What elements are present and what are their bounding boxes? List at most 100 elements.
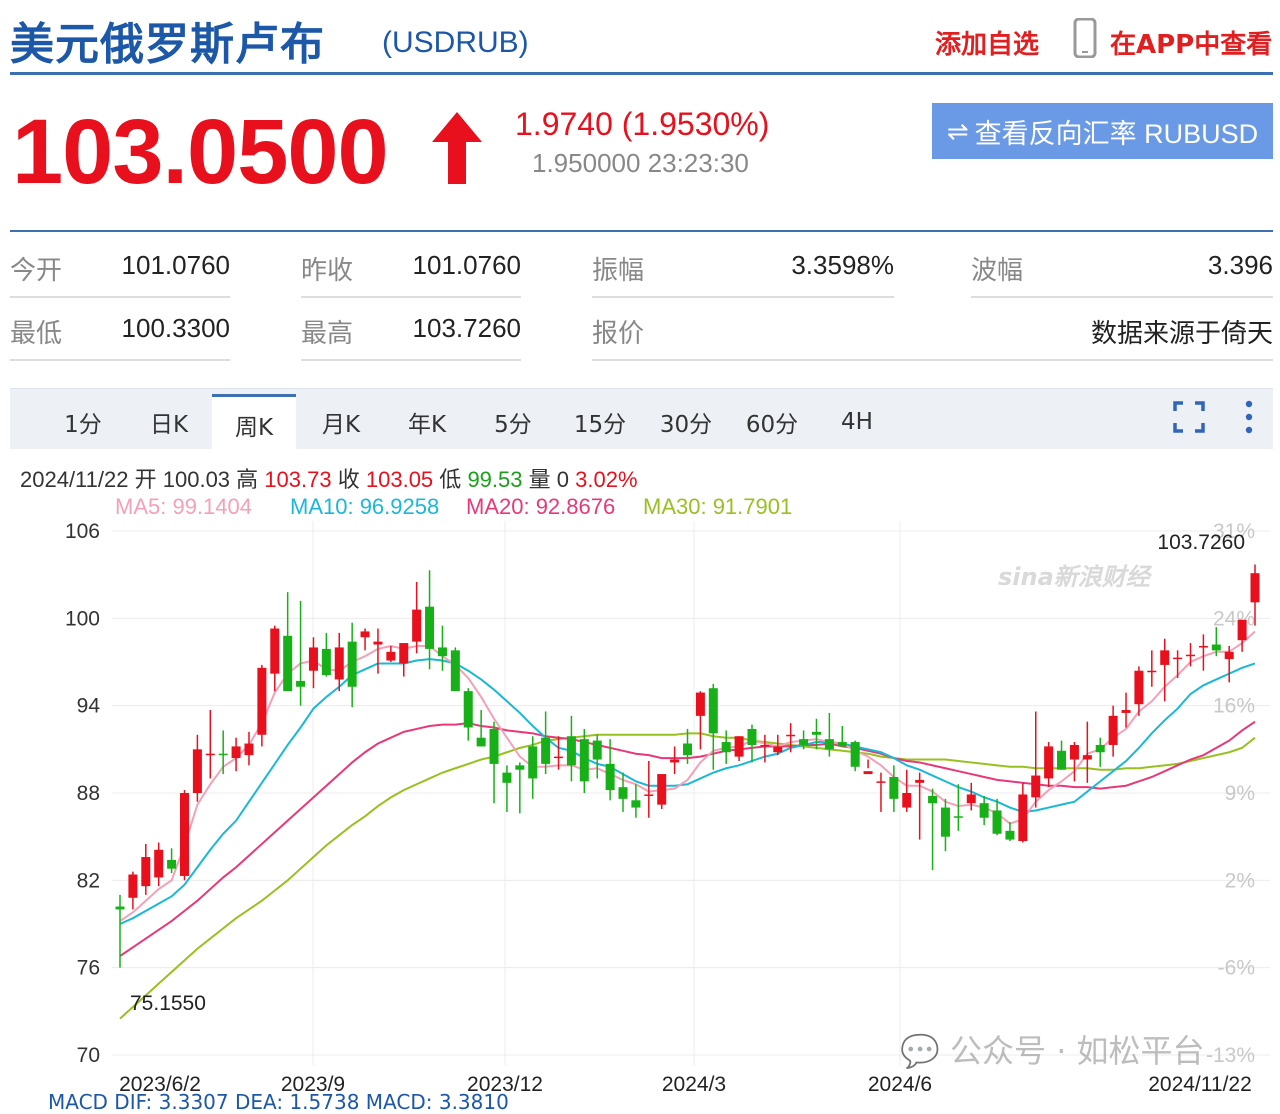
candle-body	[321, 648, 331, 676]
ohlc-readout: 2024/11/22 开 100.03 高 103.73 收 103.05 低 …	[20, 462, 638, 494]
tab-4h[interactable]: 4H	[824, 395, 890, 449]
candle-body	[167, 859, 177, 869]
ma10-line	[119, 658, 1256, 925]
candle-body	[670, 759, 680, 763]
swap-icon: ⇌	[946, 115, 969, 146]
phone-icon[interactable]	[1073, 18, 1097, 58]
candle-body	[631, 800, 641, 808]
tab-daily[interactable]: 日K	[136, 395, 202, 449]
low-marker-label: 75.1550	[130, 992, 206, 1015]
candle-body	[760, 744, 770, 747]
macd-readout: MACD DIF: 3.3307 DEA: 1.5738 MACD: 3.381…	[48, 1090, 509, 1114]
tab-1min[interactable]: 1分	[50, 395, 116, 449]
stat-wave: 波幅 3.396	[971, 234, 1273, 298]
candle-body	[218, 753, 228, 756]
tab-weekly[interactable]: 周K	[212, 394, 296, 452]
candle-body	[386, 651, 396, 661]
stat-value: 103.7260	[412, 313, 521, 343]
candle-body	[850, 742, 860, 767]
fullscreen-icon[interactable]	[1173, 401, 1205, 433]
price-sub-info: 1.950000 23:23:30	[532, 148, 749, 178]
add-favorite-button[interactable]: 添加自选	[935, 24, 1039, 61]
reverse-rate-button[interactable]: ⇌ 查看反向汇率 RUBUSD	[932, 103, 1273, 159]
right-pct-label: 2%	[1225, 869, 1255, 892]
candle-body	[360, 631, 370, 638]
y-tick-label: 76	[77, 957, 100, 980]
view-in-app-button[interactable]: 在APP中查看	[1110, 24, 1272, 61]
stat-label: 最低	[10, 319, 63, 349]
ma30-line	[119, 732, 1256, 1020]
candle-body	[915, 779, 925, 783]
period-tab-bar: 1分 日K 周K 月K 年K 5分 15分 30分 60分 4H	[10, 388, 1273, 452]
candle-body	[541, 737, 551, 764]
candle-body	[244, 743, 254, 756]
stat-label: 报价	[592, 319, 645, 349]
ohlc-vol-label: 量	[528, 467, 551, 492]
candle-body	[683, 743, 692, 756]
stat-label: 振幅	[592, 256, 645, 286]
candle-body	[437, 647, 447, 657]
ohlc-low-label: 低	[439, 467, 462, 492]
candle-body	[115, 906, 125, 910]
x-tick-label: 2024/11/22	[1148, 1073, 1252, 1096]
candle-body	[1160, 650, 1170, 665]
candle-body	[1018, 794, 1028, 842]
header-divider	[10, 72, 1273, 75]
candlestick-chart[interactable]: 106 31%100 24%94 16%88 9%82 2%76 -6%70 -13%2023…	[0, 515, 1280, 1099]
reverse-rate-label: 查看反向汇率 RUBUSD	[974, 118, 1259, 149]
x-tick-label: 2024/3	[662, 1073, 726, 1096]
stat-label: 今开	[10, 256, 63, 286]
candle-body	[1121, 710, 1131, 713]
candle-body	[618, 787, 628, 799]
ohlc-open: 100.03	[162, 467, 231, 492]
candle-body	[399, 643, 409, 664]
tab-15min[interactable]: 15分	[562, 395, 638, 449]
candle-body	[1147, 670, 1157, 673]
stat-amplitude: 振幅 3.3598%	[592, 234, 894, 298]
candle-body	[824, 739, 834, 750]
candle-body	[1108, 715, 1118, 745]
candle-body	[605, 763, 615, 791]
candle-body	[1069, 744, 1079, 760]
tab-5min[interactable]: 5分	[480, 395, 546, 449]
candle-body	[799, 739, 809, 745]
y-tick-label: 106	[65, 520, 100, 543]
tab-monthly[interactable]: 月K	[308, 395, 374, 449]
candle-body	[889, 776, 899, 799]
candle-body	[1211, 644, 1221, 651]
stat-value: 3.396	[1207, 250, 1273, 280]
candle-body	[1134, 670, 1144, 705]
ohlc-high: 103.73	[264, 467, 332, 492]
candle-body	[695, 692, 705, 716]
candle-body	[476, 737, 486, 747]
stat-label: 波幅	[971, 256, 1024, 286]
stat-value: 101.0760	[121, 250, 230, 280]
y-tick-label: 70	[77, 1044, 100, 1067]
sina-logo: sina新浪财经	[998, 563, 1153, 591]
tab-yearly[interactable]: 年K	[394, 395, 460, 449]
tab-60min[interactable]: 60分	[734, 395, 810, 449]
stat-quote-source: 报价 数据来源于倚天	[592, 297, 1273, 361]
tab-30min[interactable]: 30分	[648, 395, 724, 449]
candle-body	[592, 740, 602, 760]
stat-label: 昨收	[301, 256, 354, 286]
right-pct-label: -13%	[1206, 1044, 1255, 1067]
candle-body	[1005, 830, 1015, 840]
candle-body	[902, 793, 912, 808]
candle-body	[128, 874, 138, 898]
stat-value: 100.3300	[121, 313, 230, 343]
more-vertical-icon[interactable]	[1242, 399, 1256, 435]
arrow-up-icon	[432, 112, 482, 184]
candle-body	[979, 803, 989, 818]
stat-value: 数据来源于倚天	[1090, 318, 1273, 348]
candle-body	[966, 794, 976, 804]
y-tick-label: 100	[65, 607, 100, 630]
candle-body	[283, 635, 293, 692]
candle-body	[1082, 755, 1092, 760]
candle-body	[786, 734, 796, 737]
candle-body	[334, 647, 344, 680]
candle-body	[721, 742, 731, 753]
candle-body	[528, 746, 538, 779]
ohlc-close-label: 收	[337, 467, 360, 492]
candle-body	[347, 641, 357, 687]
